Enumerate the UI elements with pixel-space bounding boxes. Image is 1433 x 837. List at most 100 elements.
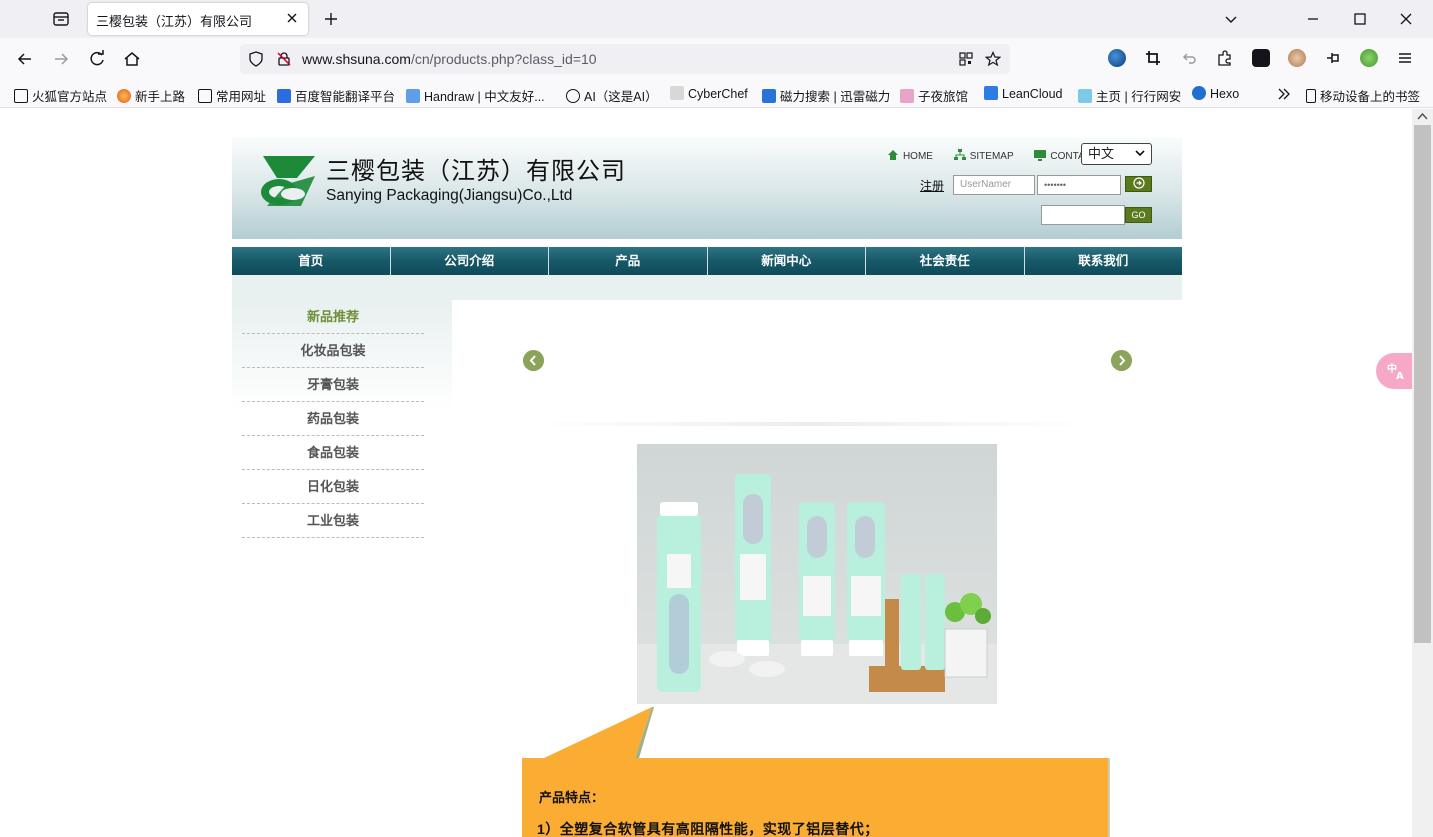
home-icon[interactable]: [121, 48, 143, 70]
sidebar-item-new-products[interactable]: 新品推荐: [242, 300, 424, 334]
language-select[interactable]: 中文: [1081, 143, 1152, 165]
nav-item-csr[interactable]: 社会责任: [866, 247, 1025, 275]
bookmark-item[interactable]: Handraw | 中文友好...: [406, 86, 545, 104]
tab-title: 三樱包装（江苏）有限公司: [96, 14, 253, 29]
sidebar-item-daily-chemical[interactable]: 日化包装: [242, 470, 424, 504]
bookmark-item[interactable]: 火狐官方站点: [14, 86, 107, 104]
magnet-icon: [762, 89, 776, 103]
chef-hat-icon: [670, 86, 684, 100]
home-icon: [887, 150, 898, 160]
bookmark-item[interactable]: 子夜旅馆: [900, 86, 968, 104]
scroll-up-icon[interactable]: [1417, 112, 1428, 120]
qr-code-icon[interactable]: [958, 51, 974, 67]
translate-icon: [277, 89, 291, 103]
leancloud-icon: [984, 86, 998, 100]
browser-tab-active[interactable]: 三樱包装（江苏）有限公司: [88, 3, 308, 35]
sidebar-item-pharma[interactable]: 药品包装: [242, 402, 424, 436]
top-links: HOME SITEMAP CONTACT: [869, 149, 1098, 162]
site-search-input[interactable]: [1041, 205, 1125, 225]
url-domain: www.shsuna.com: [302, 51, 411, 67]
chevron-down-icon: [1135, 150, 1145, 157]
sidebar-item-industrial[interactable]: 工业包装: [242, 504, 424, 538]
svg-text:A: A: [1396, 371, 1404, 381]
company-name-cn: 三樱包装（江苏）有限公司: [326, 158, 626, 185]
product-features-title: 产品特点：: [539, 790, 605, 805]
page-scrollbar[interactable]: [1412, 109, 1433, 837]
crop-icon[interactable]: [1144, 49, 1162, 67]
extension-face-icon[interactable]: [1288, 49, 1306, 67]
bottle-icon: [1078, 89, 1092, 103]
main-navigation: 首页 公司介绍 产品 新闻中心 社会责任 联系我们: [232, 247, 1182, 275]
bookmark-item[interactable]: CyberChef: [670, 86, 748, 102]
menu-icon[interactable]: [1396, 49, 1414, 67]
shield-icon[interactable]: [248, 51, 264, 67]
minimize-icon[interactable]: [1302, 8, 1324, 30]
bookmark-item[interactable]: 磁力搜索 | 迅雷磁力: [762, 86, 890, 104]
sidebar-item-cosmetic[interactable]: 化妆品包装: [242, 334, 424, 368]
tubes-illustration: [637, 474, 997, 704]
nav-item-products[interactable]: 产品: [549, 247, 708, 275]
url-path: /cn/products.php?class_id=10: [410, 51, 597, 67]
content-top-band: [232, 275, 1182, 300]
new-tab-icon[interactable]: [320, 8, 342, 30]
tab-bar: 三樱包装（江苏）有限公司: [0, 0, 1433, 38]
more-bookmarks-chevron-icon[interactable]: [1276, 86, 1292, 102]
contact-monitor-icon: [1034, 150, 1047, 161]
page-viewport: 三樱包装（江苏）有限公司 Sanying Packaging(Jiangsu)C…: [0, 109, 1412, 837]
bookmark-item[interactable]: 百度智能翻译平台: [277, 86, 395, 104]
close-window-icon[interactable]: [1395, 8, 1417, 30]
register-link[interactable]: 注册: [920, 177, 944, 194]
insecure-lock-icon[interactable]: [276, 51, 292, 67]
bookmark-item[interactable]: 常用网址: [198, 86, 266, 104]
username-input[interactable]: UserNamer: [953, 175, 1035, 195]
extension-globe-icon[interactable]: [1108, 49, 1126, 67]
maximize-icon[interactable]: [1349, 8, 1371, 30]
translate-icon: 中 A: [1387, 362, 1404, 381]
extensions-puzzle-icon[interactable]: [1216, 49, 1234, 67]
mobile-bookmarks[interactable]: 移动设备上的书签: [1306, 86, 1420, 104]
bookmark-item[interactable]: LeanCloud: [984, 86, 1062, 102]
carousel-prev-icon[interactable]: [523, 350, 544, 371]
extension-dots-icon[interactable]: [1252, 49, 1270, 67]
mobile-device-icon: [1306, 89, 1316, 103]
nav-item-home[interactable]: 首页: [232, 247, 391, 275]
scrollbar-thumb[interactable]: [1414, 125, 1431, 643]
undo-icon[interactable]: [1180, 49, 1198, 67]
extension-green-icon[interactable]: [1360, 49, 1378, 67]
carousel-next-icon[interactable]: [1111, 350, 1132, 371]
handraw-icon: [406, 89, 420, 103]
bookmark-item[interactable]: 主页 | 行行网安: [1078, 86, 1181, 104]
back-icon[interactable]: [14, 48, 36, 70]
bookmark-item[interactable]: AI（这是AI）: [566, 86, 658, 104]
folder-icon: [14, 89, 28, 103]
address-bar[interactable]: www.shsuna.com/cn/products.php?class_id=…: [240, 44, 1010, 74]
close-tab-icon[interactable]: [284, 10, 300, 26]
product-photo: [637, 444, 997, 704]
bookmark-item[interactable]: Hexo: [1192, 86, 1239, 102]
product-category-list: 新品推荐 化妆品包装 牙膏包装 药品包装 食品包装 日化包装 工业包装: [242, 300, 424, 538]
firefox-icon: [117, 89, 131, 103]
pin-icon[interactable]: [1324, 49, 1342, 67]
company-logo-icon[interactable]: [257, 150, 321, 210]
nav-item-news[interactable]: 新闻中心: [708, 247, 866, 275]
password-input[interactable]: •••••••: [1037, 175, 1121, 195]
sitemap-icon: [953, 149, 966, 160]
nav-item-contact[interactable]: 联系我们: [1025, 247, 1183, 275]
login-arrow-button[interactable]: [1125, 176, 1152, 192]
reload-icon[interactable]: [86, 48, 108, 70]
forward-icon[interactable]: [50, 48, 72, 70]
bookmarks-toolbar: 火狐官方站点 新手上路 常用网址 百度智能翻译平台 Handraw | 中文友好…: [0, 80, 1433, 108]
sidebar-item-toothpaste[interactable]: 牙膏包装: [242, 368, 424, 402]
nav-item-about[interactable]: 公司介绍: [391, 247, 549, 275]
sitemap-link[interactable]: SITEMAP: [953, 149, 1014, 162]
tab-overflow-chevron-icon[interactable]: [1220, 8, 1242, 30]
bookmark-item[interactable]: 新手上路: [117, 86, 185, 104]
bookmark-star-icon[interactable]: [985, 51, 1001, 67]
tab-list-icon[interactable]: [50, 8, 72, 30]
sidebar-item-food[interactable]: 食品包装: [242, 436, 424, 470]
home-link[interactable]: HOME: [887, 149, 933, 162]
translate-floating-button[interactable]: 中 A: [1376, 353, 1416, 389]
product-features-box: 产品特点： 1）全塑复合软管具有高阻隔性能，实现了铝层替代；: [522, 758, 1110, 837]
search-go-button[interactable]: GO: [1125, 207, 1152, 223]
url-text: www.shsuna.com/cn/products.php?class_id=…: [302, 51, 597, 67]
